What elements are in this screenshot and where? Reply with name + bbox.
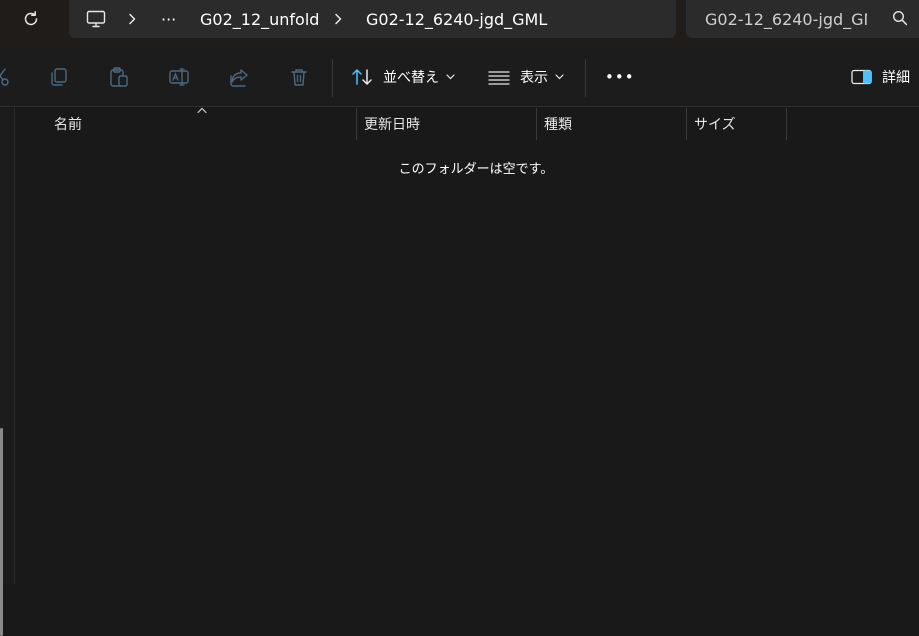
column-header-type[interactable]: 種類 xyxy=(544,108,572,140)
command-bar: 並べ替え 表示 ••• 詳細 xyxy=(0,47,919,107)
details-label: 詳細 xyxy=(882,70,910,86)
breadcrumb-separator[interactable] xyxy=(127,0,137,38)
view-list-icon xyxy=(488,71,510,85)
cut-button[interactable] xyxy=(0,64,13,90)
delete-button[interactable] xyxy=(286,64,312,90)
sort-icon xyxy=(352,69,372,85)
chevron-right-icon xyxy=(129,13,136,25)
column-divider[interactable] xyxy=(686,108,687,140)
copy-icon xyxy=(51,68,67,86)
refresh-button[interactable] xyxy=(14,4,48,34)
search-input[interactable]: G02-12_6240-jgd_GML xyxy=(686,0,919,38)
breadcrumb-overflow-button[interactable]: ··· xyxy=(161,0,176,38)
breadcrumb-separator[interactable] xyxy=(333,0,343,38)
chevron-down-icon xyxy=(555,74,564,80)
rename-button[interactable] xyxy=(166,64,192,90)
column-header-modified[interactable]: 更新日時 xyxy=(364,108,420,140)
more-options-button[interactable]: ••• xyxy=(605,63,635,91)
empty-folder-message: このフォルダーは空です。 xyxy=(398,162,554,177)
view-button[interactable]: 表示 xyxy=(488,63,564,91)
details-pane-icon xyxy=(851,69,872,85)
navigation-scrollbar[interactable] xyxy=(0,428,3,636)
address-row: ··· G02_12_unfold G02-12_6240-jgd_GML G0… xyxy=(0,0,919,47)
rename-icon xyxy=(169,68,189,86)
navigation-pane[interactable] xyxy=(0,108,15,636)
breadcrumb-item-parent[interactable]: G02_12_unfold xyxy=(200,0,319,38)
search-icon xyxy=(892,10,908,26)
refresh-icon xyxy=(24,11,38,26)
trash-icon xyxy=(291,69,307,86)
chevron-right-icon xyxy=(335,13,342,25)
column-header-size[interactable]: サイズ xyxy=(694,108,736,140)
share-button[interactable] xyxy=(226,64,252,90)
command-separator xyxy=(585,59,586,97)
paste-button[interactable] xyxy=(106,64,132,90)
search-button[interactable] xyxy=(892,10,910,28)
column-header-name[interactable]: 名前 xyxy=(54,108,82,140)
command-separator xyxy=(332,59,333,97)
sort-ascending-icon xyxy=(197,107,207,114)
column-divider[interactable] xyxy=(536,108,537,140)
view-label: 表示 xyxy=(520,70,548,86)
chevron-down-icon xyxy=(446,74,455,80)
breadcrumb-item-current[interactable]: G02-12_6240-jgd_GML xyxy=(366,0,547,38)
this-pc-button[interactable] xyxy=(86,0,106,38)
column-header-row: 名前 更新日時 種類 サイズ xyxy=(16,107,919,140)
clipboard-icon xyxy=(110,67,128,87)
copy-button[interactable] xyxy=(46,64,72,90)
breadcrumb[interactable]: ··· G02_12_unfold G02-12_6240-jgd_GML xyxy=(69,0,676,38)
search-placeholder: G02-12_6240-jgd_GML xyxy=(705,9,867,29)
details-pane-button[interactable]: 詳細 xyxy=(851,63,910,91)
monitor-icon xyxy=(86,10,106,28)
column-divider[interactable] xyxy=(356,108,357,140)
scissors-icon xyxy=(0,68,9,86)
sort-button[interactable]: 並べ替え xyxy=(351,63,455,91)
column-divider[interactable] xyxy=(786,108,787,140)
sort-label: 並べ替え xyxy=(383,70,439,86)
share-icon xyxy=(230,69,248,87)
